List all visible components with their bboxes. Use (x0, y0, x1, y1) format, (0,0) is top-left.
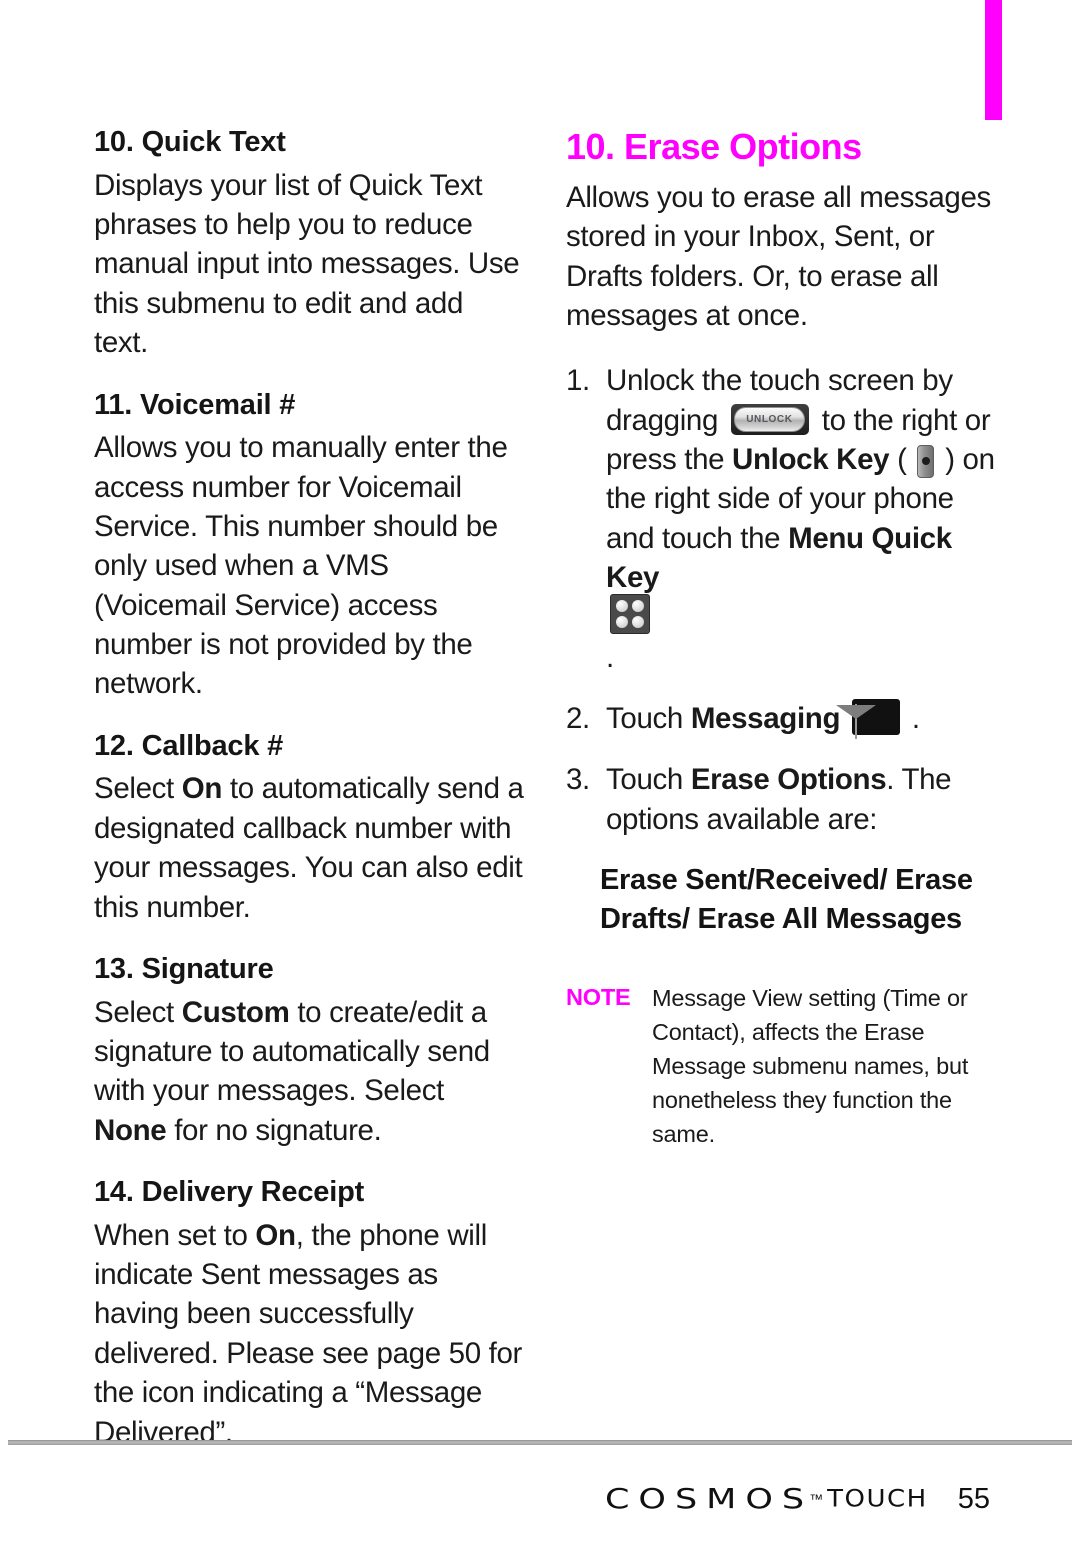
emphasis-on: On (255, 1218, 296, 1252)
text-run: for no signature. (166, 1113, 382, 1147)
left-column: 10. Quick Text Displays your list of Qui… (94, 126, 524, 1452)
emphasis-erase-options: Erase Options (690, 763, 887, 797)
section-heading-callback: 12. Callback # (94, 729, 284, 762)
erase-options-values: Erase Sent/Received/ Erase Drafts/ Erase… (600, 864, 973, 935)
section-heading-quick-text: 10. Quick Text (94, 126, 286, 158)
section-heading-delivery-receipt: 14. Delivery Receipt (94, 1176, 365, 1208)
section-body-delivery-receipt: When set to On, the phone will indicate … (94, 1216, 524, 1452)
quick-key-dot (632, 615, 644, 628)
step-item: 1. Unlock the touch screen by dragging UN… (566, 361, 1006, 677)
unlock-side-key-icon (917, 444, 935, 478)
text-run: Displays your list of Quick Text phrases… (94, 168, 520, 360)
footer-divider (8, 1440, 1072, 1445)
text-run: Touch (606, 701, 691, 735)
quick-key-dot (632, 599, 644, 612)
steps-list: 1. Unlock the touch screen by dragging UN… (566, 361, 1006, 839)
note-label: NOTE (566, 983, 631, 1010)
unlock-slider-icon: UNLOCK (730, 404, 809, 436)
erase-options-intro: Allows you to erase all messages stored … (566, 180, 991, 332)
section-heading-voicemail: 11. Voicemail # (94, 388, 296, 421)
page-title-erase-options: 10. Erase Options (566, 126, 862, 167)
quick-key-dot (616, 599, 628, 612)
side-key-dot (921, 457, 930, 466)
page-footer: COSMOS ™ TOUCH 55 (0, 1470, 1080, 1528)
emphasis-none: None (94, 1113, 167, 1147)
right-column: 10. Erase Options Allows you to erase al… (566, 126, 1006, 1151)
text-run: . (904, 701, 920, 735)
text-run: Touch (606, 763, 691, 797)
messaging-envelope-icon (852, 699, 900, 740)
step-item: 3. Touch Erase Options. The options avail… (566, 760, 1006, 839)
page-number: 55 (957, 1482, 990, 1515)
section-body-quick-text: Displays your list of Quick Text phrases… (94, 166, 524, 363)
emphasis-on: On (181, 772, 223, 806)
envelope-body (855, 704, 857, 740)
section-heading-signature: 13. Signature (94, 952, 274, 985)
section-body-voicemail: Allows you to manually enter the access … (94, 428, 524, 704)
menu-quick-key-icon (610, 593, 650, 634)
section-body-signature: Select Custom to create/edit a signature… (94, 993, 524, 1151)
text-run: Allows you to manually enter the access … (94, 431, 508, 701)
brand-product-touch: TOUCH (827, 1485, 928, 1513)
emphasis-unlock-key: Unlock Key (732, 443, 890, 476)
step-number: 2. (566, 701, 590, 735)
quick-key-dot (616, 615, 628, 628)
text-run: . (606, 640, 614, 674)
text-run: When set to (94, 1218, 256, 1252)
note-block: NOTE Message View setting (Time or Conta… (566, 981, 1006, 1151)
step-number: 3. (566, 763, 590, 797)
brand-logo-cosmos: COSMOS (604, 1482, 814, 1515)
text-run: Select (94, 772, 182, 806)
unlock-slider-pill: UNLOCK (733, 407, 805, 433)
emphasis-custom: Custom (181, 995, 290, 1029)
step-number: 1. (566, 364, 590, 398)
note-text: Message View setting (Time or Contact), … (652, 984, 969, 1147)
emphasis-messaging: Messaging (690, 701, 841, 735)
text-run: Select (94, 995, 182, 1029)
section-body-callback: Select On to automatically send a design… (94, 769, 524, 927)
text-run: , the phone will indicate Sent messages … (94, 1218, 522, 1449)
page-body: 10. Quick Text Displays your list of Qui… (0, 0, 1080, 1449)
unlock-slider-label: UNLOCK (746, 413, 793, 425)
step-item: 2. Touch Messaging . (566, 699, 1006, 740)
text-run: ( (889, 443, 915, 476)
